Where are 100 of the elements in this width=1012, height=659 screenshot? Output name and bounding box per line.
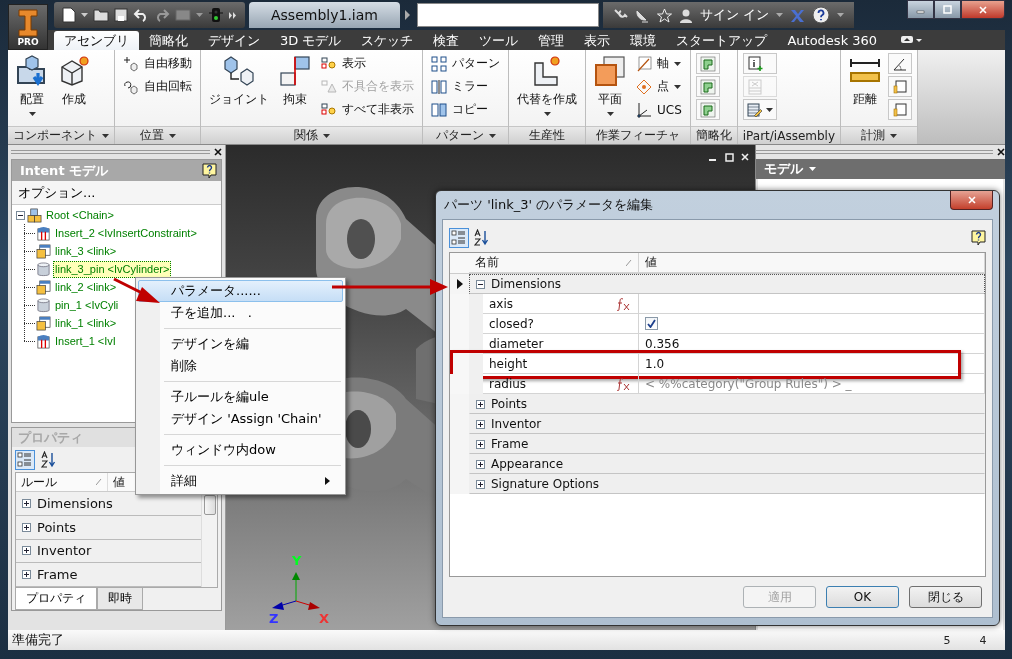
- ribbon-tab[interactable]: スタートアップ: [666, 31, 778, 50]
- plus-icon[interactable]: [476, 459, 485, 469]
- ribbon-button[interactable]: すべて非表示: [318, 99, 417, 120]
- menu-item[interactable]: 子を追加... .: [138, 302, 343, 324]
- ribbon-icon-button[interactable]: [888, 76, 913, 97]
- menu-item[interactable]: デザインを編: [138, 333, 343, 355]
- folder-icon[interactable]: [93, 8, 109, 22]
- table-cell[interactable]: [639, 294, 985, 314]
- ribbon-button[interactable]: 配置: [13, 53, 51, 118]
- column-header[interactable]: ルール: [16, 473, 108, 491]
- menu-item[interactable]: 詳細: [138, 470, 343, 492]
- minus-icon[interactable]: [16, 210, 25, 220]
- tree-item[interactable]: pin_1 <IvCyli: [53, 296, 121, 314]
- group-row[interactable]: Signature Options: [469, 474, 985, 494]
- ribbon-button[interactable]: パターン: [428, 53, 503, 74]
- table-cell[interactable]: 0.356: [639, 334, 985, 354]
- ribbon-icon-button[interactable]: [742, 53, 777, 74]
- ribbon-icon-button[interactable]: [888, 99, 913, 120]
- group-row[interactable]: Points: [469, 394, 985, 414]
- ribbon-button[interactable]: 平面: [591, 53, 629, 118]
- plus-icon[interactable]: [22, 498, 31, 508]
- more-icon[interactable]: [229, 11, 237, 19]
- panel-tab[interactable]: 即時: [97, 588, 143, 610]
- save-icon[interactable]: [114, 8, 128, 22]
- plus-icon[interactable]: [476, 419, 485, 429]
- plus-icon[interactable]: [476, 399, 485, 409]
- ribbon-tab[interactable]: ツール: [469, 31, 529, 50]
- close-button[interactable]: [961, 0, 1005, 19]
- tree-item[interactable]: link_3_pin <IvCylinder>: [53, 260, 172, 278]
- menu-item[interactable]: パラメータ......: [138, 280, 343, 302]
- tree-item[interactable]: link_2 <link>: [53, 278, 119, 296]
- plus-icon[interactable]: [22, 522, 31, 532]
- plus-icon[interactable]: [476, 479, 485, 489]
- ribbon-tab[interactable]: 環境: [620, 31, 667, 50]
- close-button[interactable]: [950, 191, 993, 210]
- traffic-light-icon[interactable]: [208, 7, 224, 23]
- group-row[interactable]: Frame: [16, 563, 201, 587]
- panel-tab[interactable]: プロパティ: [15, 588, 97, 610]
- ribbon-tab[interactable]: スケッチ: [351, 31, 424, 50]
- ribbon-button[interactable]: 拘束: [276, 53, 314, 110]
- restore-icon[interactable]: [724, 152, 735, 162]
- ribbon-tab[interactable]: 簡略化: [139, 31, 198, 50]
- group-row[interactable]: Points: [16, 515, 201, 540]
- user-icon[interactable]: [678, 7, 693, 23]
- ribbon-tab[interactable]: Autodesk 360: [777, 31, 888, 50]
- dialog-button[interactable]: 閉じる: [909, 586, 982, 608]
- ribbon-button[interactable]: UCS: [633, 99, 685, 120]
- minus-icon[interactable]: [476, 279, 485, 289]
- help-icon[interactable]: [812, 6, 831, 24]
- redo-icon[interactable]: [154, 8, 170, 22]
- close-icon[interactable]: [997, 148, 1005, 156]
- application-menu-button[interactable]: PRO: [8, 4, 48, 50]
- ribbon-tab[interactable]: デザイン: [198, 31, 270, 50]
- categorized-icon[interactable]: [449, 228, 469, 248]
- ribbon-tab[interactable]: 表示: [574, 31, 621, 50]
- tree-item[interactable]: Root <Chain>: [44, 206, 116, 224]
- tree-item[interactable]: link_3 <link>: [53, 242, 119, 260]
- search-field[interactable]: [416, 3, 599, 27]
- ribbon-tab[interactable]: 検査: [423, 31, 470, 50]
- ribbon-tab[interactable]: 管理: [528, 31, 575, 50]
- star-icon[interactable]: [656, 7, 672, 23]
- ribbon-icon-button[interactable]: [888, 53, 913, 74]
- column-header[interactable]: 名前: [469, 253, 639, 273]
- table-cell[interactable]: 1.0: [639, 354, 985, 374]
- ribbon-button[interactable]: コピー: [428, 99, 503, 120]
- ribbon-button[interactable]: 自由移動: [120, 53, 195, 74]
- ribbon-icon-button[interactable]: [695, 53, 720, 74]
- ribbon-tab[interactable]: 3D モデル: [270, 31, 352, 50]
- scroll-thumb[interactable]: [204, 495, 216, 515]
- table-cell[interactable]: [639, 314, 985, 334]
- ribbon-button[interactable]: 距離: [846, 53, 885, 110]
- group-row[interactable]: Inventor: [469, 414, 985, 434]
- sort-az-icon[interactable]: [474, 229, 490, 247]
- sort-az-icon[interactable]: [41, 450, 57, 469]
- checkbox[interactable]: [645, 317, 658, 330]
- plus-icon[interactable]: [476, 439, 485, 449]
- dialog-button[interactable]: OK: [826, 586, 899, 608]
- group-row[interactable]: Frame: [469, 434, 985, 454]
- tree-item[interactable]: Insert_2 <IvInsertConstraint>: [53, 224, 199, 242]
- parameter-value[interactable]: 1.0: [645, 356, 665, 371]
- tree-item[interactable]: Insert_1 <IvI: [53, 332, 118, 350]
- ribbon-button[interactable]: ミラー: [428, 76, 503, 97]
- parameter-value[interactable]: 0.356: [645, 336, 680, 351]
- categorized-icon[interactable]: [15, 449, 35, 470]
- close-icon[interactable]: [214, 148, 222, 156]
- panel-title[interactable]: モデル: [764, 160, 803, 178]
- options-link[interactable]: オプション...: [12, 181, 221, 205]
- ribbon-button[interactable]: 表示: [318, 53, 417, 74]
- ribbon-button[interactable]: 自由回転: [120, 76, 195, 97]
- menu-item[interactable]: デザイン 'Assign 'Chain': [138, 408, 343, 430]
- group-row[interactable]: Dimensions: [16, 492, 201, 516]
- minimize-button[interactable]: [907, 0, 934, 19]
- new-document-icon[interactable]: [62, 7, 76, 23]
- ribbon-button[interactable]: 作成: [55, 53, 93, 110]
- sign-in-link[interactable]: サイン イン: [699, 6, 770, 24]
- ribbon-button[interactable]: ジョイント: [206, 53, 272, 110]
- ribbon-icon-button[interactable]: [695, 76, 720, 97]
- ribbon-button[interactable]: 軸: [633, 53, 685, 74]
- ribbon-icon-button[interactable]: [695, 99, 720, 120]
- undo-icon[interactable]: [133, 8, 149, 22]
